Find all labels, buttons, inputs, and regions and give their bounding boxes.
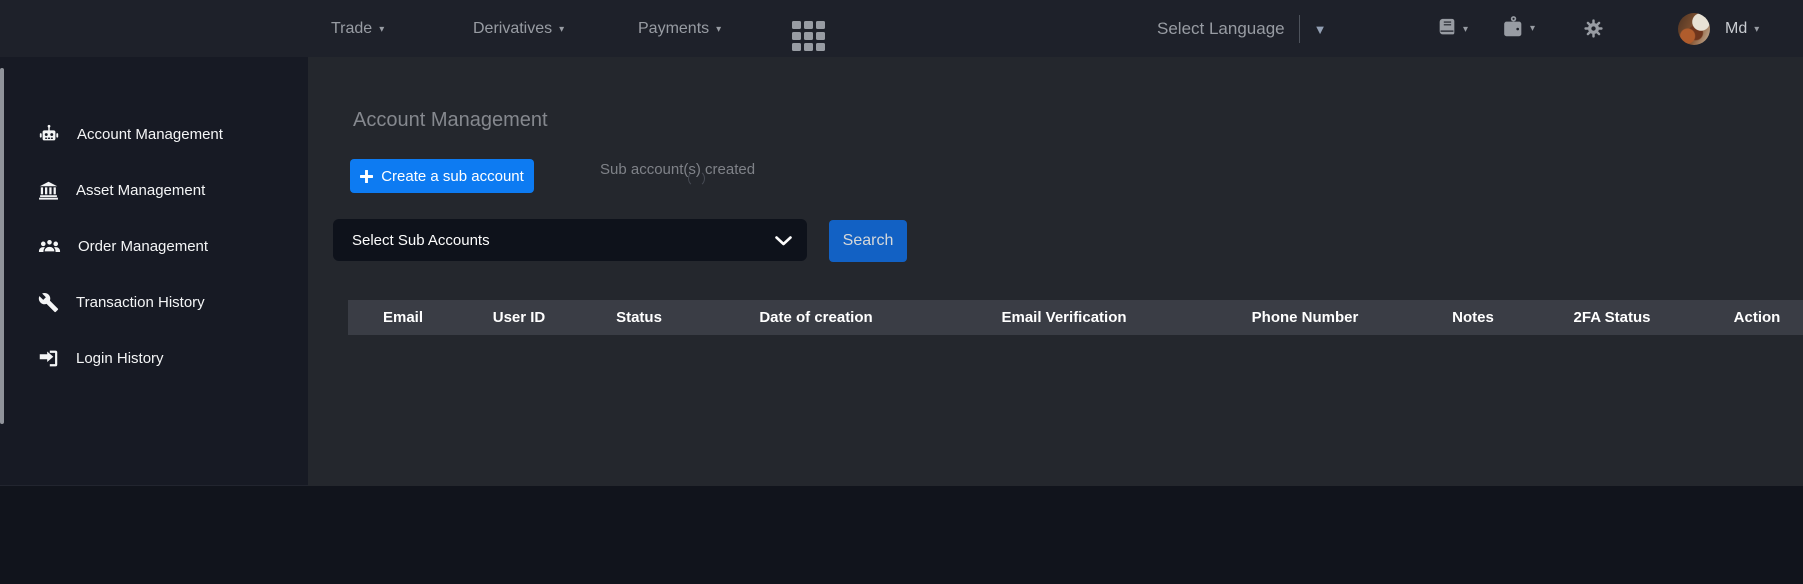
- language-selector[interactable]: Select Language ▼: [1157, 0, 1326, 57]
- column-header-notes: Notes: [1452, 300, 1494, 335]
- main-content: Account Management Create a sub account …: [308, 57, 1803, 486]
- sidebar: Account Management Asset Management: [0, 57, 308, 486]
- sidebar-item-transaction-history[interactable]: Transaction History: [38, 286, 205, 318]
- bank-icon: [38, 180, 59, 201]
- sidebar-scrollbar[interactable]: [0, 68, 4, 424]
- book-icon: [1436, 17, 1458, 39]
- sub-accounts-table-header: Email User ID Status Date of creation Em…: [348, 300, 1803, 335]
- language-selector-label: Select Language: [1157, 19, 1285, 39]
- create-sub-account-button[interactable]: Create a sub account: [350, 159, 534, 193]
- search-button[interactable]: Search: [829, 220, 907, 262]
- orders-book-menu[interactable]: ▾: [1436, 17, 1468, 39]
- wrench-icon: [38, 292, 59, 313]
- user-name: Md: [1725, 20, 1747, 38]
- chevron-down-icon: ▾: [559, 22, 564, 35]
- apps-grid-icon[interactable]: [792, 21, 825, 51]
- sidebar-item-label: Login History: [76, 350, 164, 367]
- account-management-screen: Trade ▾ Derivatives ▾ Payments ▾ Select …: [0, 0, 1803, 584]
- users-icon: [38, 235, 61, 258]
- language-dropdown-arrow-icon: ▼: [1314, 20, 1327, 37]
- nav-derivatives-label: Derivatives: [473, 20, 552, 38]
- sidebar-item-label: Order Management: [78, 238, 208, 255]
- column-header-2fa-status: 2FA Status: [1574, 300, 1651, 335]
- sub-accounts-created-text: Sub account(s) created: [600, 161, 755, 178]
- chevron-down-icon: ▾: [1530, 21, 1535, 34]
- user-menu[interactable]: Md ▾: [1725, 0, 1759, 57]
- user-avatar[interactable]: [1678, 13, 1710, 45]
- wallet-menu[interactable]: ▾: [1500, 14, 1535, 41]
- column-header-action: Action: [1734, 300, 1781, 335]
- loading-spinner: [688, 170, 705, 187]
- column-header-status: Status: [616, 300, 662, 335]
- create-sub-account-label: Create a sub account: [381, 168, 524, 185]
- nav-payments-menu[interactable]: Payments ▾: [638, 0, 721, 57]
- sub-accounts-select[interactable]: Select Sub Accounts: [333, 219, 807, 261]
- wallet-icon: [1500, 14, 1525, 41]
- nav-trade-menu[interactable]: Trade ▾: [331, 0, 384, 57]
- column-header-email: Email: [383, 300, 423, 335]
- settings-button[interactable]: [1583, 18, 1604, 39]
- chevron-down-icon: [775, 236, 792, 246]
- robot-icon: [38, 123, 60, 145]
- column-header-phone-number: Phone Number: [1252, 300, 1359, 335]
- plus-icon: [360, 170, 373, 183]
- column-header-date-of-creation: Date of creation: [759, 300, 872, 335]
- sidebar-item-login-history[interactable]: Login History: [38, 342, 164, 374]
- nav-payments-label: Payments: [638, 20, 709, 38]
- nav-trade-label: Trade: [331, 20, 372, 38]
- sign-in-icon: [38, 348, 59, 369]
- footer-area: [0, 486, 1803, 584]
- nav-derivatives-menu[interactable]: Derivatives ▾: [473, 0, 564, 57]
- divider: [1299, 15, 1300, 43]
- topbar: Trade ▾ Derivatives ▾ Payments ▾ Select …: [0, 0, 1803, 57]
- sub-accounts-select-value: Select Sub Accounts: [352, 232, 490, 249]
- sidebar-item-asset-management[interactable]: Asset Management: [38, 174, 205, 206]
- sidebar-item-label: Transaction History: [76, 294, 205, 311]
- chevron-down-icon: ▾: [379, 22, 384, 35]
- page-title: Account Management: [353, 109, 548, 132]
- sidebar-item-account-management[interactable]: Account Management: [38, 118, 223, 150]
- sidebar-item-order-management[interactable]: Order Management: [38, 230, 208, 262]
- chevron-down-icon: ▾: [716, 22, 721, 35]
- sidebar-item-label: Asset Management: [76, 182, 205, 199]
- gear-icon: [1583, 18, 1604, 39]
- chevron-down-icon: ▾: [1754, 22, 1759, 35]
- column-header-email-verification: Email Verification: [1001, 300, 1126, 335]
- column-header-user-id: User ID: [493, 300, 546, 335]
- chevron-down-icon: ▾: [1463, 22, 1468, 35]
- sidebar-item-label: Account Management: [77, 126, 223, 143]
